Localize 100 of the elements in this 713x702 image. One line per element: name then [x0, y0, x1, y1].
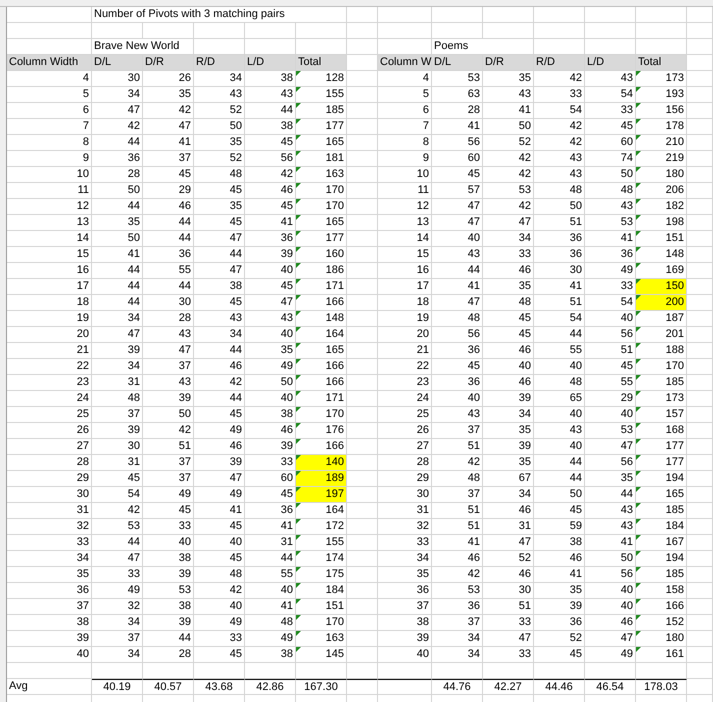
table-cell: 29: [585, 391, 636, 407]
table-cell: 173: [636, 71, 687, 87]
table-cell: 54: [585, 295, 636, 311]
table-title: Brave New World: [92, 39, 194, 55]
table-cell: 44: [92, 263, 143, 279]
table-cell: 48: [194, 167, 245, 183]
table-cell: 44: [143, 231, 194, 247]
table-cell: 35: [534, 583, 585, 599]
table-cell: 42: [483, 199, 534, 215]
table-cell: 170: [296, 199, 347, 215]
table-cell: 168: [636, 423, 687, 439]
table-cell: 180: [636, 631, 687, 647]
table-cell: 45: [432, 167, 483, 183]
table-cell: 34: [92, 647, 143, 663]
table-cell: 48: [483, 295, 534, 311]
table-cell: 37: [92, 407, 143, 423]
table-cell: 44: [585, 487, 636, 503]
table-cell: 43: [534, 423, 585, 439]
table-cell: 184: [636, 519, 687, 535]
table-cell: 14: [378, 231, 432, 247]
table-cell: 46: [534, 551, 585, 567]
table-cell: 5: [378, 87, 432, 103]
table-cell: 38: [378, 615, 432, 631]
table-cell: 35: [585, 471, 636, 487]
table-cell: 38: [245, 647, 296, 663]
table-cell: 43: [245, 87, 296, 103]
table-cell: 182: [636, 199, 687, 215]
table-cell: 16: [378, 263, 432, 279]
table-cell: 170: [296, 407, 347, 423]
table-cell: 33: [143, 519, 194, 535]
table-cell: 53: [483, 183, 534, 199]
table-cell: 163: [296, 167, 347, 183]
table-cell: 52: [534, 631, 585, 647]
table-cell: 44: [194, 343, 245, 359]
table-cell: 46: [143, 199, 194, 215]
table-cell: 40: [585, 599, 636, 615]
column-header: L/D: [245, 55, 296, 71]
table-cell: 39: [194, 455, 245, 471]
table-cell: 35: [7, 567, 92, 583]
table-cell: 156: [636, 103, 687, 119]
table-cell: 37: [143, 359, 194, 375]
table-cell: 171: [296, 279, 347, 295]
table-cell: 37: [432, 615, 483, 631]
table-cell: 35: [483, 279, 534, 295]
table-cell: 200: [636, 295, 687, 311]
table-cell: 46: [585, 615, 636, 631]
table-cell: 206: [636, 183, 687, 199]
column-header: Total: [636, 55, 687, 71]
table-cell: 219: [636, 151, 687, 167]
table-cell: 33: [245, 455, 296, 471]
table-cell: 166: [296, 439, 347, 455]
table-cell: 145: [296, 647, 347, 663]
table-cell: 36: [245, 231, 296, 247]
table-cell: 15: [7, 247, 92, 263]
table-cell: 52: [483, 551, 534, 567]
table-cell: 53: [143, 583, 194, 599]
table-cell: 45: [534, 647, 585, 663]
table-cell: 17: [378, 279, 432, 295]
table-cell: 50: [483, 119, 534, 135]
table-cell: 49: [245, 359, 296, 375]
table-cell: 43: [585, 71, 636, 87]
table-cell: 48: [432, 311, 483, 327]
table-cell: 44: [534, 327, 585, 343]
table-cell: 43: [194, 311, 245, 327]
table-cell: 48: [534, 183, 585, 199]
table-cell: 28: [92, 167, 143, 183]
table-cell: 52: [194, 103, 245, 119]
table-cell: 164: [296, 327, 347, 343]
table-cell: 43: [245, 311, 296, 327]
table-cell: 43.68: [194, 679, 245, 695]
table-cell: 28: [432, 103, 483, 119]
column-header: D/R: [483, 55, 534, 71]
table-cell: 26: [143, 71, 194, 87]
table-title: Poems: [432, 39, 534, 55]
table-cell: 39: [483, 391, 534, 407]
table-cell: 29: [7, 471, 92, 487]
table-cell: 36: [534, 231, 585, 247]
table-cell: 31: [378, 503, 432, 519]
table-cell: 173: [636, 391, 687, 407]
table-cell: 34: [483, 487, 534, 503]
column-header: R/D: [534, 55, 585, 71]
table-cell: 47: [483, 215, 534, 231]
table-cell: 46: [432, 551, 483, 567]
table-cell: 54: [585, 87, 636, 103]
table-cell: 6: [7, 103, 92, 119]
column-header: Column W: [378, 55, 432, 71]
table-cell: 34: [92, 87, 143, 103]
table-cell: 157: [636, 407, 687, 423]
table-cell: 41: [432, 535, 483, 551]
table-cell: 47: [245, 295, 296, 311]
table-cell: 47: [194, 231, 245, 247]
table-cell: 49: [585, 647, 636, 663]
table-cell: 175: [296, 567, 347, 583]
table-cell: 169: [636, 263, 687, 279]
table-cell: 35: [194, 199, 245, 215]
table-cell: 16: [7, 263, 92, 279]
table-cell: 47: [143, 343, 194, 359]
table-cell: 185: [636, 375, 687, 391]
table-cell: 31: [92, 375, 143, 391]
table-cell: 10: [378, 167, 432, 183]
